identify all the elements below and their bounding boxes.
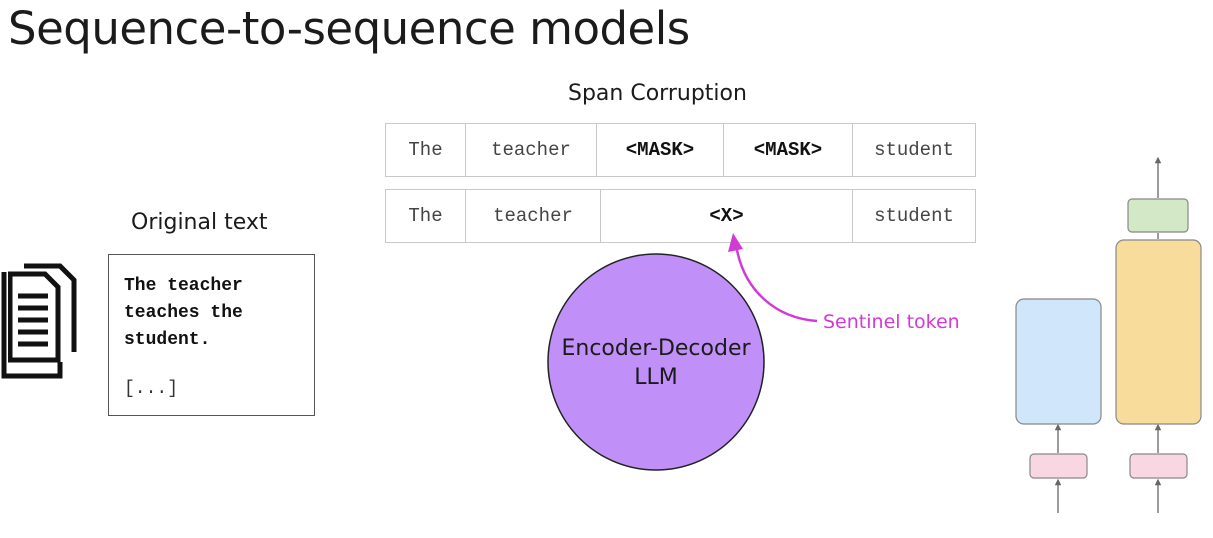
decoder-block: [1115, 239, 1202, 425]
output-layer-block: [1127, 198, 1189, 233]
decoder-embedding-block: [1129, 453, 1188, 479]
encoder-block: [1015, 298, 1102, 425]
encoder-embedding-block: [1029, 453, 1088, 479]
encoder-decoder-diagram: [1015, 156, 1202, 513]
